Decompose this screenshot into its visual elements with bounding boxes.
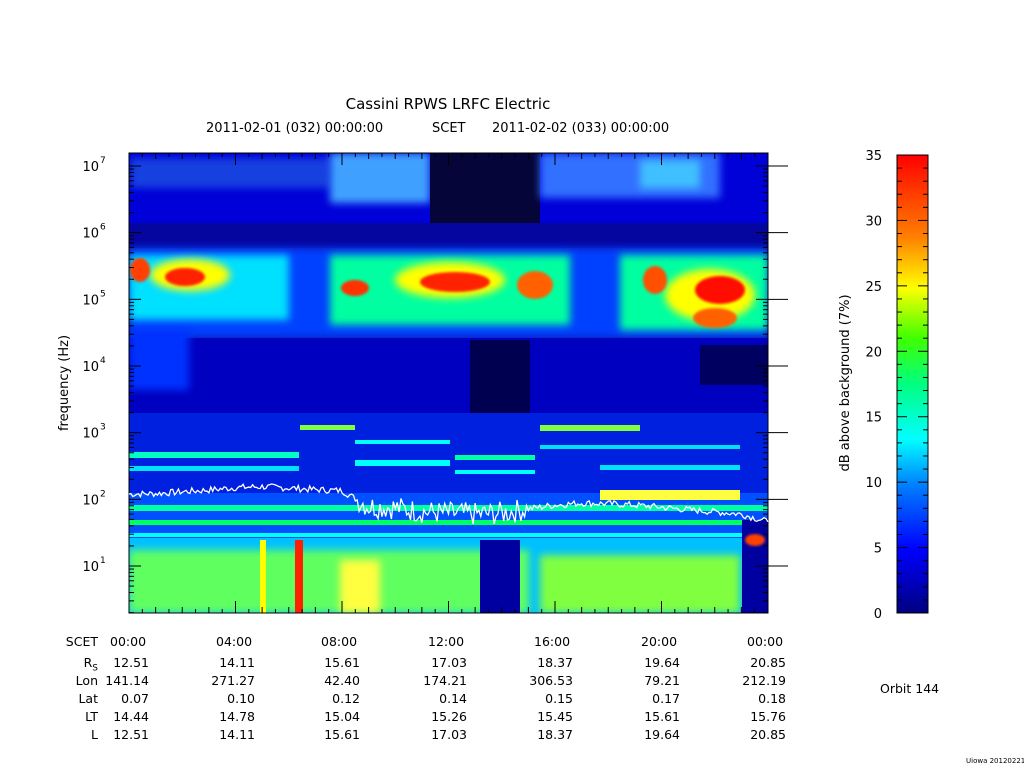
y-tick-label: 10 — [82, 560, 99, 575]
y-tick-label: 10 — [82, 360, 99, 375]
ephemeris-value: 0.18 — [758, 691, 786, 706]
ephemeris-value: 15.76 — [750, 709, 786, 724]
y-tick-exponent: 4 — [100, 356, 106, 366]
ephemeris-value: 20.85 — [750, 655, 786, 670]
y-tick-label: 10 — [82, 293, 99, 308]
colorbar-label: dB above background (7%) — [838, 294, 853, 471]
y-tick-label: 10 — [82, 427, 99, 442]
colorbar-tick-label: 5 — [874, 542, 882, 557]
x-tick-label: 08:00 — [321, 634, 358, 649]
y-axis-label: frequency (Hz) — [57, 335, 72, 431]
colorbar-tick-label: 10 — [865, 476, 882, 491]
colorbar-tick-label: 20 — [865, 345, 882, 360]
colorbar — [896, 154, 929, 614]
x-tick-label: 12:00 — [428, 634, 465, 649]
colorbar-tick-label: 30 — [865, 214, 882, 229]
spectrogram-image — [129, 153, 768, 613]
y-tick-label: 10 — [82, 227, 99, 242]
colorbar-tick-label: 0 — [874, 607, 882, 622]
colorbar-tick-label: 15 — [865, 411, 882, 426]
x-tick-label: 00:00 — [747, 634, 784, 649]
ephemeris-value: 212.19 — [742, 673, 786, 688]
colorbar-tick-label: 35 — [865, 149, 882, 164]
y-tick-label: 10 — [82, 493, 99, 508]
y-tick-exponent: 2 — [100, 489, 106, 499]
ephemeris-row-label: SCET — [65, 634, 98, 649]
x-tick-label: 20:00 — [641, 634, 678, 649]
y-tick-exponent: 6 — [100, 223, 106, 233]
x-tick-label: 04:00 — [216, 634, 253, 649]
orbit-label: Orbit 144 — [880, 681, 940, 696]
x-tick-label: 00:00 — [110, 634, 147, 649]
x-tick-label: 16:00 — [534, 634, 571, 649]
y-tick-exponent: 5 — [100, 289, 106, 299]
version-label: Uiowa 20120221 — [966, 757, 1024, 765]
ephemeris-value: 20.85 — [750, 727, 786, 742]
colorbar-tick-label: 25 — [865, 280, 882, 295]
y-tick-exponent: 1 — [100, 556, 106, 566]
y-tick-exponent: 3 — [100, 423, 106, 433]
y-tick-label: 10 — [82, 160, 99, 175]
spectrogram-chart: 10 110 210 310 410 510 610 7 frequency (Hz) 051… — [57, 149, 929, 622]
y-tick-exponent: 7 — [100, 156, 106, 166]
